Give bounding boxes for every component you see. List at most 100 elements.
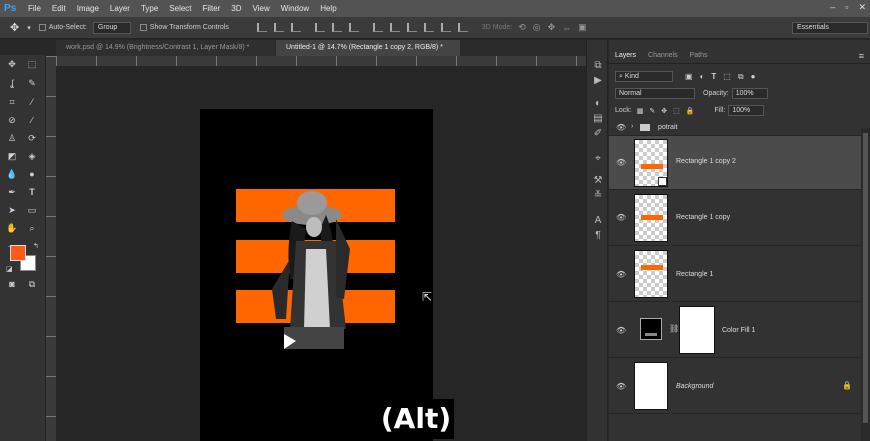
distribute-vcenter-icon[interactable] (389, 23, 400, 32)
swap-colors-icon[interactable]: ↰ (33, 242, 39, 250)
clone-stamp-icon[interactable]: ♙ (5, 132, 19, 144)
3d-pan-icon[interactable]: ✥ (548, 22, 556, 33)
filter-adjustment-icon[interactable]: ◐ (700, 72, 705, 81)
path-selection-icon[interactable]: ➤ (5, 204, 19, 216)
eraser-icon[interactable]: ◩ (5, 150, 19, 162)
align-top-icon[interactable] (256, 23, 267, 32)
filter-smart-object-icon[interactable]: ⧉ (738, 72, 744, 82)
close-icon[interactable]: ✕ (858, 2, 866, 13)
filter-toggle-icon[interactable]: ● (751, 72, 756, 81)
blur-icon[interactable]: 💧 (5, 168, 19, 180)
lock-all-icon[interactable]: 🔒 (686, 107, 695, 115)
type-icon[interactable]: T (25, 186, 39, 198)
move-tool-icon[interactable]: ✥ (10, 21, 19, 34)
layer-row-color-fill-1[interactable]: 👁 ⛓ Color Fill 1 (609, 302, 861, 358)
history-brush-icon[interactable]: ⟳ (25, 132, 39, 144)
visibility-eye-icon[interactable]: 👁 (616, 158, 626, 167)
visibility-eye-icon[interactable]: 👁 (616, 123, 626, 132)
adjustments-icon[interactable]: ◐ (592, 98, 604, 110)
panel-menu-icon[interactable]: ≡ (859, 51, 864, 61)
actions-icon[interactable]: ▶ (592, 75, 604, 87)
history-icon[interactable]: ⧉ (592, 60, 604, 72)
paths-tool-icon[interactable]: ⌖ (592, 153, 604, 165)
filter-type-icon[interactable]: T (711, 72, 716, 81)
fill-color-thumbnail[interactable] (640, 318, 662, 340)
3d-rotate-icon[interactable]: ⟲ (518, 22, 526, 33)
menu-view[interactable]: View (253, 4, 270, 13)
layer-row-rectangle-1[interactable]: 👁 Rectangle 1 (609, 246, 861, 302)
auto-select-checkbox[interactable] (38, 24, 46, 31)
rectangle-icon[interactable]: ▭ (25, 204, 39, 216)
properties-icon[interactable]: ≚ (592, 190, 604, 202)
menu-select[interactable]: Select (169, 4, 191, 13)
screen-mode-icon[interactable]: ⧉ (25, 278, 39, 290)
lock-icon[interactable]: 🔒 (842, 381, 852, 390)
distribute-hcenter-icon[interactable] (440, 23, 451, 32)
marquee-icon[interactable]: ⬚ (25, 58, 39, 70)
spot-healing-icon[interactable]: ⊘ (5, 114, 19, 126)
visibility-eye-icon[interactable]: 👁 (616, 213, 626, 222)
filter-pixel-icon[interactable]: ▣ (685, 72, 693, 81)
tab-layers[interactable]: Layers (609, 52, 642, 59)
menu-help[interactable]: Help (320, 4, 336, 13)
layer-row-group[interactable]: 👁 › potrait (609, 120, 861, 136)
lock-image-icon[interactable]: ✎ (649, 107, 655, 115)
document-canvas[interactable] (200, 109, 433, 441)
paragraph-icon[interactable]: ¶ (592, 230, 604, 242)
align-right-icon[interactable] (348, 23, 359, 32)
3d-slide-icon[interactable]: ⇔ (562, 23, 571, 33)
workspace-dropdown[interactable]: Essentials (792, 21, 868, 34)
menu-window[interactable]: Window (281, 4, 309, 13)
layer-row-rectangle-1-copy[interactable]: 👁 Rectangle 1 copy (609, 190, 861, 246)
quick-select-icon[interactable]: ✎ (25, 77, 39, 89)
group-expand-chevron-icon[interactable]: › (631, 123, 633, 130)
distribute-left-icon[interactable] (423, 23, 434, 32)
lock-artboard-icon[interactable]: ⬚ (673, 107, 680, 115)
3d-roll-icon[interactable]: ◎ (533, 22, 541, 33)
align-bottom-icon[interactable] (290, 23, 301, 32)
align-hcenter-icon[interactable] (331, 23, 342, 32)
zoom-icon[interactable]: ⌕ (25, 222, 39, 234)
scrollbar-thumb[interactable] (863, 133, 868, 423)
dodge-icon[interactable]: ● (25, 168, 39, 180)
default-colors-icon[interactable]: ◪ (6, 265, 13, 273)
filter-kind-dropdown[interactable]: ⌕ Kind (615, 71, 673, 82)
quick-mask-icon[interactable]: ◙ (5, 278, 19, 290)
layer-row-background[interactable]: 👁 Background 🔒 (609, 358, 861, 414)
layers-scrollbar[interactable] (861, 128, 870, 441)
distribute-bottom-icon[interactable] (406, 23, 417, 32)
maximize-icon[interactable]: ▫ (845, 2, 848, 13)
show-transform-checkbox[interactable] (139, 24, 147, 31)
move-icon[interactable]: ✥ (5, 58, 19, 70)
align-left-icon[interactable] (314, 23, 325, 32)
menu-layer[interactable]: Layer (110, 4, 130, 13)
align-vcenter-icon[interactable] (273, 23, 284, 32)
tab-paths[interactable]: Paths (684, 52, 714, 59)
portrait-figure[interactable] (266, 189, 366, 354)
menu-type[interactable]: Type (141, 4, 158, 13)
foreground-color-swatch[interactable] (10, 245, 26, 261)
blend-mode-dropdown[interactable]: Normal (615, 88, 695, 99)
lock-transparent-icon[interactable]: ▩ (637, 107, 644, 115)
filter-shape-icon[interactable]: ⬚ (723, 72, 731, 81)
layer-row-rectangle-1-copy-2[interactable]: 👁 Rectangle 1 copy 2 (609, 136, 861, 190)
layer-mask-thumbnail[interactable] (679, 306, 715, 354)
menu-3d[interactable]: 3D (231, 4, 241, 13)
distribute-right-icon[interactable] (457, 23, 468, 32)
libraries-icon[interactable]: ▤ (592, 113, 604, 125)
canvas-area[interactable]: ⇱ (56, 66, 586, 441)
brushes-icon[interactable]: ✐ (592, 128, 604, 140)
visibility-eye-icon[interactable]: 👁 (616, 270, 626, 279)
tool-presets-icon[interactable]: ⚒ (592, 175, 604, 187)
character-icon[interactable]: A (592, 215, 604, 227)
crop-icon[interactable]: ⌗ (5, 96, 19, 108)
tab-work-psd[interactable]: work.psd @ 14.9% (Brightness/Contrast 1,… (56, 40, 274, 56)
tool-preset-chevron-icon[interactable]: ▾ (27, 24, 31, 32)
auto-select-dropdown[interactable]: Group (92, 21, 131, 34)
mask-link-icon[interactable]: ⛓ (669, 324, 679, 333)
brush-icon[interactable]: ∕ (25, 114, 39, 126)
distribute-top-icon[interactable] (372, 23, 383, 32)
visibility-eye-icon[interactable]: 👁 (616, 382, 626, 391)
lock-position-icon[interactable]: ✥ (661, 107, 667, 115)
menu-filter[interactable]: Filter (203, 4, 221, 13)
